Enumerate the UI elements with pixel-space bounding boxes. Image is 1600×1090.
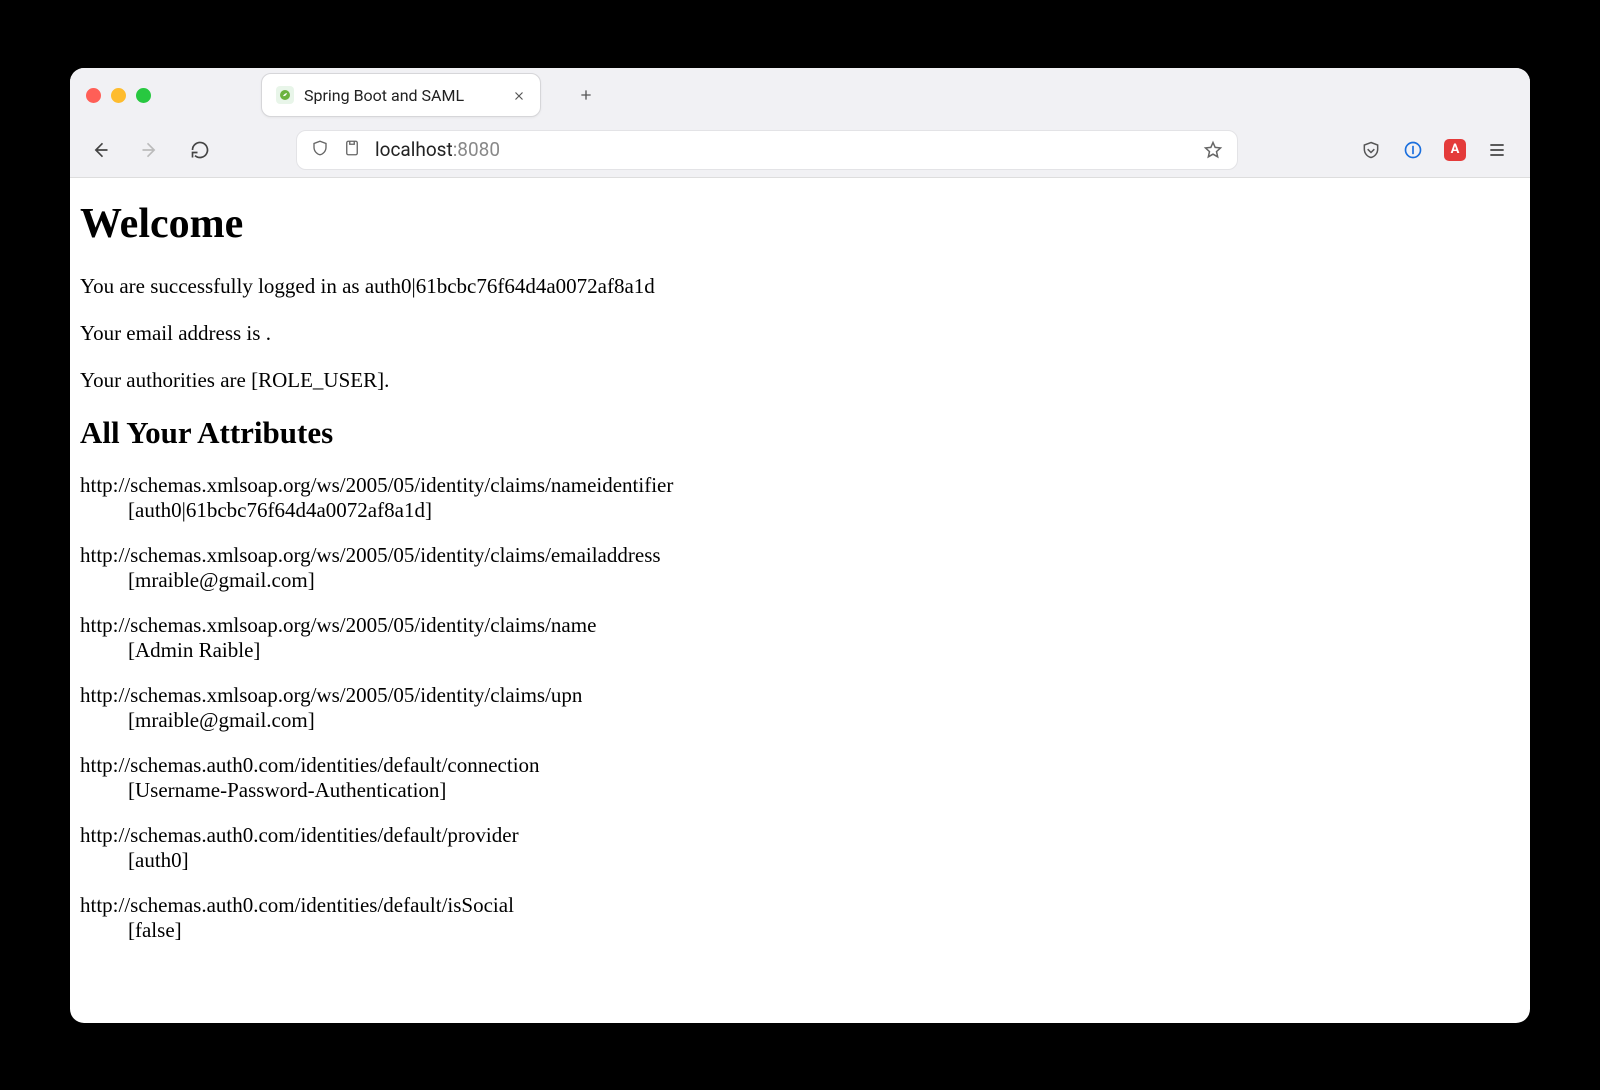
shield-icon[interactable] xyxy=(311,139,329,161)
tab-title: Spring Boot and SAML xyxy=(304,86,502,105)
page-content: Welcome You are successfully logged in a… xyxy=(70,178,1530,1023)
new-tab-button[interactable] xyxy=(571,80,601,110)
email-line: Your email address is . xyxy=(80,321,1520,346)
attribute-item: http://schemas.xmlsoap.org/ws/2005/05/id… xyxy=(80,613,1520,663)
attribute-name: http://schemas.auth0.com/identities/defa… xyxy=(80,753,1520,778)
spring-favicon-icon xyxy=(276,86,294,104)
attribute-item: http://schemas.auth0.com/identities/defa… xyxy=(80,893,1520,943)
attribute-item: http://schemas.xmlsoap.org/ws/2005/05/id… xyxy=(80,683,1520,733)
attribute-item: http://schemas.auth0.com/identities/defa… xyxy=(80,823,1520,873)
attribute-item: http://schemas.xmlsoap.org/ws/2005/05/id… xyxy=(80,543,1520,593)
attribute-name: http://schemas.auth0.com/identities/defa… xyxy=(80,893,1520,918)
attribute-value: [false] xyxy=(80,918,1520,943)
attribute-item: http://schemas.xmlsoap.org/ws/2005/05/id… xyxy=(80,473,1520,523)
attribute-value: [Admin Raible] xyxy=(80,638,1520,663)
logged-in-line: You are successfully logged in as auth0|… xyxy=(80,274,1520,299)
url-text: localhost:8080 xyxy=(375,138,1189,161)
tab-bar: Spring Boot and SAML xyxy=(70,68,1530,123)
attribute-name: http://schemas.xmlsoap.org/ws/2005/05/id… xyxy=(80,473,1520,498)
pocket-icon[interactable] xyxy=(1360,139,1382,161)
toolbar-extensions: A xyxy=(1360,139,1514,161)
attribute-name: http://schemas.xmlsoap.org/ws/2005/05/id… xyxy=(80,683,1520,708)
browser-tab[interactable]: Spring Boot and SAML xyxy=(261,73,541,117)
extension-badge[interactable]: A xyxy=(1444,139,1466,161)
username: auth0|61bcbc76f64d4a0072af8a1d xyxy=(365,274,655,298)
reload-button[interactable] xyxy=(186,136,214,164)
minimize-window-button[interactable] xyxy=(111,88,126,103)
attribute-value: [mraible@gmail.com] xyxy=(80,568,1520,593)
app-menu-icon[interactable] xyxy=(1486,139,1508,161)
attribute-value: [auth0] xyxy=(80,848,1520,873)
extension-badge-label: A xyxy=(1451,142,1460,157)
onepassword-icon[interactable] xyxy=(1402,139,1424,161)
authorities-line: Your authorities are [ROLE_USER]. xyxy=(80,368,1520,393)
attribute-name: http://schemas.xmlsoap.org/ws/2005/05/id… xyxy=(80,543,1520,568)
attribute-name: http://schemas.auth0.com/identities/defa… xyxy=(80,823,1520,848)
attribute-value: [Username-Password-Authentication] xyxy=(80,778,1520,803)
attribute-name: http://schemas.xmlsoap.org/ws/2005/05/id… xyxy=(80,613,1520,638)
forward-button[interactable] xyxy=(136,136,164,164)
attribute-value: [auth0|61bcbc76f64d4a0072af8a1d] xyxy=(80,498,1520,523)
attribute-value: [mraible@gmail.com] xyxy=(80,708,1520,733)
page-title: Welcome xyxy=(80,200,1520,248)
attributes-list: http://schemas.xmlsoap.org/ws/2005/05/id… xyxy=(80,473,1520,943)
url-port: :8080 xyxy=(453,138,500,161)
browser-chrome: Spring Boot and SAML xyxy=(70,68,1530,178)
attribute-item: http://schemas.auth0.com/identities/defa… xyxy=(80,753,1520,803)
url-host: localhost xyxy=(375,138,453,161)
window-controls xyxy=(86,88,151,103)
browser-window: Spring Boot and SAML xyxy=(70,68,1530,1023)
bookmark-star-icon[interactable] xyxy=(1203,140,1223,160)
address-bar[interactable]: localhost:8080 xyxy=(296,130,1238,170)
page-info-icon[interactable] xyxy=(343,139,361,161)
browser-toolbar: localhost:8080 A xyxy=(70,123,1530,177)
close-tab-button[interactable] xyxy=(512,88,526,102)
close-window-button[interactable] xyxy=(86,88,101,103)
maximize-window-button[interactable] xyxy=(136,88,151,103)
authorities-value: [ROLE_USER] xyxy=(251,368,384,392)
attributes-heading: All Your Attributes xyxy=(80,415,1520,451)
back-button[interactable] xyxy=(86,136,114,164)
